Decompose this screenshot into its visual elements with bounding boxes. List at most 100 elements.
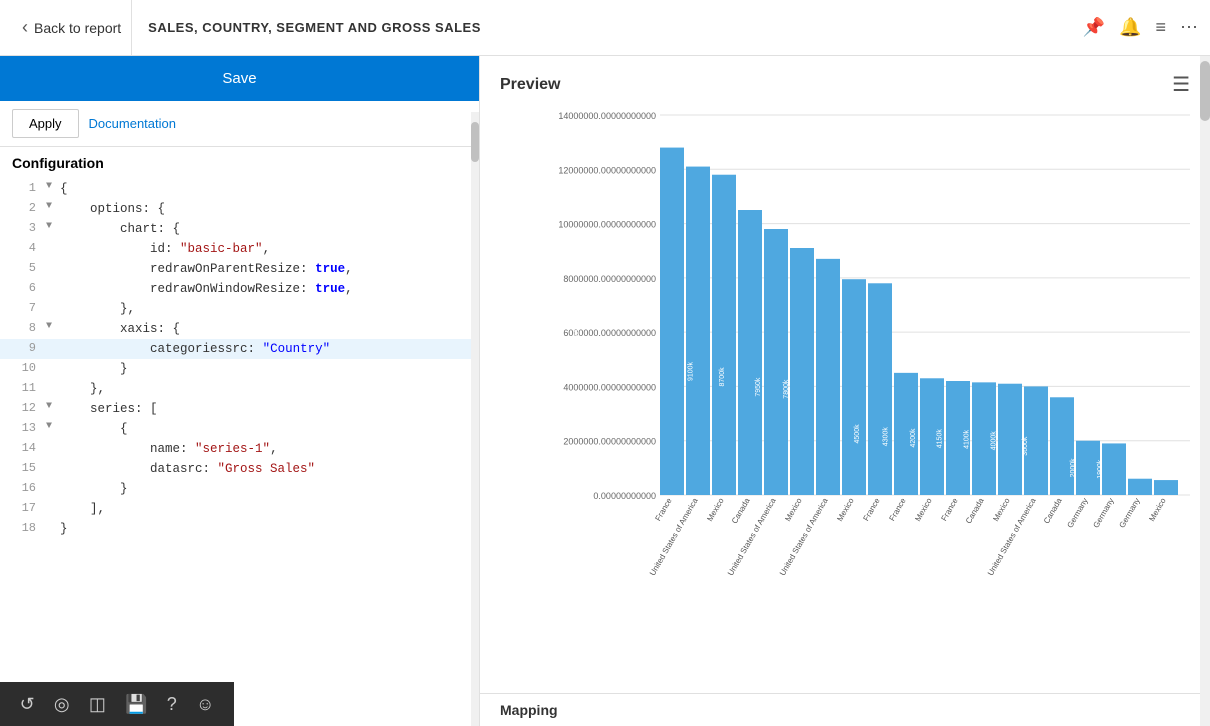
- svg-text:3600k: 3600k: [1022, 436, 1029, 456]
- grid-icon[interactable]: ◫: [89, 694, 106, 715]
- line-content: series: [: [60, 399, 158, 419]
- line-content: },: [60, 299, 135, 319]
- svg-text:Canada: Canada: [1042, 496, 1064, 525]
- line-content: chart: {: [60, 219, 180, 239]
- code-line-18: 18}: [0, 519, 479, 539]
- save-button[interactable]: Save: [0, 56, 479, 101]
- apply-tab[interactable]: Apply: [12, 109, 79, 138]
- svg-text:4100k: 4100k: [963, 429, 970, 449]
- code-line-8: 8▼ xaxis: {: [0, 319, 479, 339]
- main-layout: Save Apply Documentation Configuration 1…: [0, 56, 1210, 726]
- line-content: name: "series-1",: [60, 439, 278, 459]
- svg-text:Mexico: Mexico: [991, 496, 1012, 523]
- line-number: 2: [8, 199, 36, 218]
- hamburger-menu-icon[interactable]: ☰: [1172, 72, 1190, 97]
- line-number: 7: [8, 299, 36, 318]
- line-content: },: [60, 379, 105, 399]
- line-number: 18: [8, 519, 36, 538]
- svg-text:9800k: 9800k: [652, 352, 659, 372]
- pin-icon[interactable]: 📌: [1083, 17, 1105, 38]
- svg-text:0.00000000000: 0.00000000000: [593, 491, 656, 501]
- line-number: 3: [8, 219, 36, 238]
- line-number: 9: [8, 339, 36, 358]
- code-editor[interactable]: 1▼{2▼ options: {3▼ chart: {4 id: "basic-…: [0, 175, 479, 726]
- line-content: redrawOnWindowResize: true,: [60, 279, 353, 299]
- code-line-12: 12▼ series: [: [0, 399, 479, 419]
- menu-lines-icon[interactable]: ≡: [1155, 17, 1166, 38]
- line-content: }: [60, 479, 128, 499]
- record-icon[interactable]: ◎: [54, 694, 70, 715]
- svg-text:Canada: Canada: [964, 496, 986, 525]
- top-bar: ‹ Back to report SALES, COUNTRY, SEGMENT…: [0, 0, 1210, 56]
- svg-text:14000000.00000000000: 14000000.00000000000: [558, 111, 656, 121]
- dots-icon[interactable]: ⋯: [1180, 17, 1198, 38]
- top-right-icons: 📌 🔔 ≡ ⋯: [1083, 17, 1198, 38]
- bell-icon[interactable]: 🔔: [1119, 17, 1141, 38]
- code-line-6: 6 redrawOnWindowResize: true,: [0, 279, 479, 299]
- line-number: 13: [8, 419, 36, 438]
- mapping-label: Mapping: [480, 693, 1210, 726]
- svg-text:12000000.00000000000: 12000000.00000000000: [558, 165, 656, 175]
- svg-text:10000000.00000000000: 10000000.00000000000: [558, 220, 656, 230]
- code-line-16: 16 }: [0, 479, 479, 499]
- line-content: datasrc: "Gross Sales": [60, 459, 315, 479]
- code-line-1: 1▼{: [0, 179, 479, 199]
- code-line-3: 3▼ chart: {: [0, 219, 479, 239]
- svg-text:4200k: 4200k: [910, 428, 917, 448]
- documentation-link[interactable]: Documentation: [89, 116, 176, 131]
- left-panel: Save Apply Documentation Configuration 1…: [0, 56, 480, 726]
- svg-text:4150k: 4150k: [937, 429, 944, 449]
- bottom-toolbar: ↺ ◎ ◫ 💾 ? ☺: [0, 682, 234, 726]
- code-line-4: 4 id: "basic-bar",: [0, 239, 479, 259]
- line-expand: ▼: [46, 319, 58, 335]
- line-content: ],: [60, 499, 105, 519]
- line-number: 8: [8, 319, 36, 338]
- line-number: 4: [8, 239, 36, 258]
- code-line-14: 14 name: "series-1",: [0, 439, 479, 459]
- svg-text:Canada: Canada: [730, 496, 752, 525]
- svg-text:United States of America: United States of America: [726, 496, 778, 577]
- line-expand: ▼: [46, 179, 58, 195]
- svg-text:France: France: [653, 496, 674, 523]
- preview-header: Preview ☰: [480, 56, 1210, 105]
- svg-text:7800k: 7800k: [783, 379, 790, 399]
- svg-text:12800k: 12800k: [507, 309, 514, 332]
- code-line-15: 15 datasrc: "Gross Sales": [0, 459, 479, 479]
- export-icon[interactable]: 💾: [125, 694, 147, 715]
- svg-text:United States of America: United States of America: [778, 496, 830, 577]
- line-number: 11: [8, 379, 36, 398]
- chart-container: 0.00000000000 2000000.00000000000 4000000.…: [480, 105, 1210, 693]
- config-label: Configuration: [0, 147, 479, 175]
- refresh-icon[interactable]: ↺: [20, 694, 35, 715]
- svg-text:2000000.00000000000: 2000000.00000000000: [563, 437, 656, 447]
- right-panel: Preview ☰ 0.00000000000 2000000.000000000…: [480, 56, 1210, 726]
- svg-text:United States of America: United States of America: [648, 496, 700, 577]
- line-number: 15: [8, 459, 36, 478]
- right-scroll-thumb: [1200, 61, 1210, 121]
- svg-text:4000000.00000000000: 4000000.00000000000: [563, 382, 656, 392]
- help-icon[interactable]: ?: [167, 694, 177, 715]
- line-number: 14: [8, 439, 36, 458]
- line-content: categoriessrc: "Country": [60, 339, 330, 359]
- code-line-9: 9 categoriessrc: "Country": [0, 339, 479, 359]
- code-line-13: 13▼ {: [0, 419, 479, 439]
- svg-text:4500k: 4500k: [854, 424, 861, 444]
- svg-text:9100k: 9100k: [688, 361, 695, 381]
- report-title: SALES, COUNTRY, SEGMENT AND GROSS SALES: [132, 20, 481, 35]
- line-number: 10: [8, 359, 36, 378]
- svg-text:1900k: 1900k: [1097, 459, 1104, 479]
- svg-text:Mexico: Mexico: [913, 496, 934, 523]
- left-scrollbar[interactable]: [471, 112, 479, 726]
- back-button[interactable]: ‹ Back to report: [12, 0, 132, 55]
- code-line-7: 7 },: [0, 299, 479, 319]
- code-line-5: 5 redrawOnParentResize: true,: [0, 259, 479, 279]
- right-scrollbar[interactable]: [1200, 56, 1210, 726]
- svg-text:8700k: 8700k: [719, 367, 726, 387]
- svg-text:Germany: Germany: [1091, 497, 1115, 530]
- line-content: options: {: [60, 199, 165, 219]
- line-expand: ▼: [46, 399, 58, 415]
- emoji-icon[interactable]: ☺: [196, 694, 214, 715]
- line-number: 16: [8, 479, 36, 498]
- line-content: id: "basic-bar",: [60, 239, 270, 259]
- svg-text:Mexico: Mexico: [783, 496, 804, 523]
